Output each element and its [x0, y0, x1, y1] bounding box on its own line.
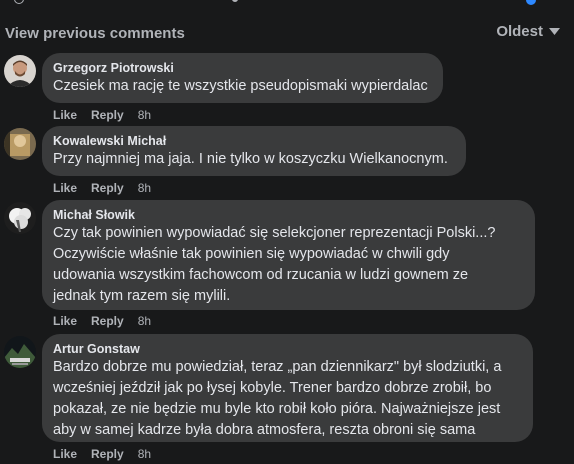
comment-author[interactable]: Artur Gonstaw	[53, 341, 521, 357]
like-button[interactable]: Like	[53, 181, 77, 195]
dot-icon	[232, 0, 238, 2]
top-toolbar-remnant	[0, 0, 574, 6]
like-button[interactable]: Like	[53, 447, 77, 461]
comment-actions: Like Reply 8h	[53, 181, 165, 195]
comment-timestamp[interactable]: 8h	[138, 447, 151, 461]
like-button[interactable]: Like	[53, 314, 77, 328]
avatar[interactable]	[4, 336, 36, 368]
comment-text: Czy tak powinien wypowiadać się selekcjo…	[53, 225, 496, 304]
reply-button[interactable]: Reply	[91, 108, 124, 122]
like-button[interactable]: Like	[53, 108, 77, 122]
reaction-icon	[14, 0, 24, 4]
sort-label: Oldest	[496, 23, 543, 40]
reply-button[interactable]: Reply	[91, 181, 124, 195]
like-reaction-icon	[526, 0, 536, 5]
comment-actions: Like Reply 8h	[53, 447, 165, 461]
comment-author[interactable]: Kowalewski Michał	[53, 133, 454, 149]
chevron-down-icon	[549, 28, 560, 35]
avatar[interactable]	[4, 128, 36, 160]
comment-author[interactable]: Michał Słowik	[53, 207, 523, 223]
avatar[interactable]	[4, 202, 36, 234]
comment-author[interactable]: Grzegorz Piotrowski	[53, 60, 431, 76]
comments-header: View previous comments Oldest	[0, 22, 574, 46]
comment-text: Czesiek ma rację te wszystkie pseudopism…	[53, 78, 428, 94]
comment-timestamp[interactable]: 8h	[138, 181, 151, 195]
comment-bubble: Kowalewski Michał Przy najmniej ma jaja.…	[42, 126, 466, 176]
reply-button[interactable]: Reply	[91, 314, 124, 328]
comment-timestamp[interactable]: 8h	[138, 314, 151, 328]
comment-bubble: Artur Gonstaw Bardzo dobrze mu powiedzia…	[42, 334, 533, 442]
comment-actions: Like Reply 8h	[53, 108, 165, 122]
comment-timestamp[interactable]: 8h	[138, 108, 151, 122]
sort-dropdown[interactable]: Oldest	[496, 23, 560, 40]
comment-text: Przy najmniej ma jaja. I nie tylko w kos…	[53, 151, 448, 167]
comment-text: Bardzo dobrze mu powiedział, teraz „pan …	[53, 359, 502, 438]
comment-bubble: Grzegorz Piotrowski Czesiek ma rację te …	[42, 53, 443, 103]
reply-button[interactable]: Reply	[91, 447, 124, 461]
comment-actions: Like Reply 8h	[53, 314, 165, 328]
view-previous-comments-link[interactable]: View previous comments	[5, 25, 185, 42]
comment-bubble: Michał Słowik Czy tak powinien wypowiada…	[42, 200, 535, 310]
avatar[interactable]	[4, 55, 36, 87]
